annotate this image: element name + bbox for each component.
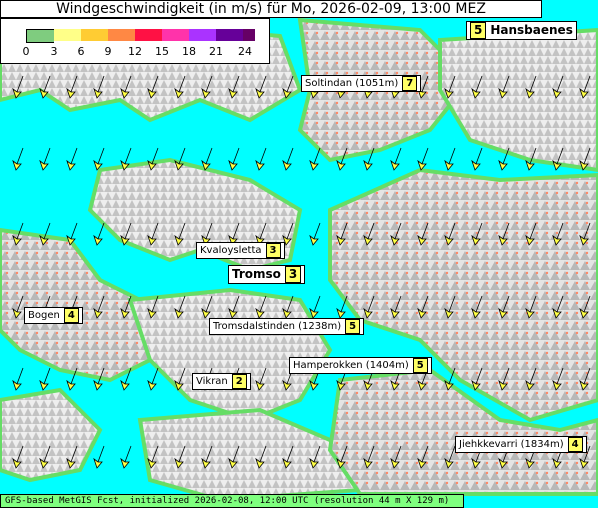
wind-speed-legend: 0 3 6 9 12 15 18 21 24 <box>0 18 270 64</box>
legend-tick: 3 <box>50 45 58 58</box>
place-label-hamperokken[interactable]: Hamperokken (1404m) 5 <box>289 357 432 374</box>
place-name: Hansbaenes <box>490 23 573 37</box>
place-label-jiehkkevarri[interactable]: Jiehkkevarri (1834m) 4 <box>455 436 587 453</box>
legend-tick: 21 <box>209 45 223 58</box>
terrain-map[interactable] <box>0 0 598 508</box>
legend-tick: 12 <box>128 45 142 58</box>
place-name: Bogen <box>28 310 60 321</box>
legend-tick: 24 <box>238 45 252 58</box>
wind-value: 2 <box>231 374 247 389</box>
map-title: Windgeschwindigkeit (in m/s) für Mo, 202… <box>0 0 542 18</box>
legend-segment-8 <box>243 29 255 41</box>
place-label-vikran[interactable]: Vikran 2 <box>192 373 251 390</box>
legend-segment-7 <box>216 29 243 41</box>
legend-segment-0 <box>26 29 54 43</box>
wind-value: 7 <box>402 76 418 91</box>
place-name: Jiehkkevarri (1834m) <box>459 439 564 450</box>
forecast-footer: GFS-based MetGIS Fcst, initialized 2026-… <box>0 494 464 508</box>
wind-value: 4 <box>63 308 79 323</box>
legend-tick: 18 <box>182 45 196 58</box>
place-name: Tromso <box>232 267 281 281</box>
place-label-soltindan[interactable]: Soltindan (1051m) 7 <box>301 75 422 92</box>
legend-tick: 15 <box>155 45 169 58</box>
place-label-bogen[interactable]: Bogen 4 <box>24 307 83 324</box>
wind-value: 5 <box>345 319 361 334</box>
legend-segment-2 <box>81 29 108 41</box>
wind-value: 5 <box>470 22 487 39</box>
place-name: Vikran <box>196 376 228 387</box>
wind-value: 3 <box>265 243 281 258</box>
legend-segment-1 <box>54 29 81 41</box>
legend-tick: 0 <box>22 45 30 58</box>
place-label-hansbaenes[interactable]: 5 Hansbaenes <box>466 21 577 40</box>
place-label-tromsdalstinden[interactable]: Tromsdalstinden (1238m) 5 <box>209 318 365 335</box>
legend-tick: 6 <box>77 45 85 58</box>
legend-segment-4 <box>135 29 162 41</box>
legend-tick: 9 <box>104 45 112 58</box>
legend-segment-3 <box>108 29 135 41</box>
place-name: Soltindan (1051m) <box>305 78 399 89</box>
legend-segment-6 <box>189 29 216 41</box>
place-label-kvaloysletta[interactable]: Kvaloysletta 3 <box>196 242 285 259</box>
place-name: Tromsdalstinden (1238m) <box>213 321 342 332</box>
wind-value: 5 <box>412 358 428 373</box>
place-name: Hamperokken (1404m) <box>293 360 409 371</box>
wind-value: 4 <box>567 437 583 452</box>
place-name: Kvaloysletta <box>200 245 262 256</box>
legend-segment-5 <box>162 29 189 41</box>
place-label-tromso[interactable]: Tromso 3 <box>228 265 306 284</box>
wind-value: 3 <box>284 266 302 283</box>
